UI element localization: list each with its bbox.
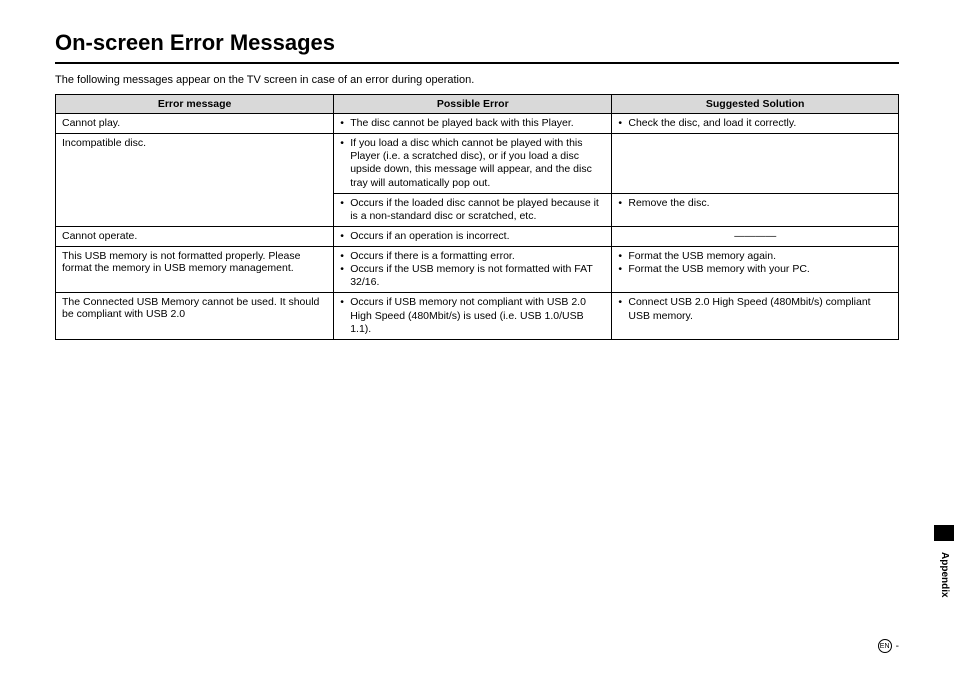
- section-tab: [934, 525, 954, 541]
- cell-possible-error: The disc cannot be played back with this…: [334, 114, 612, 134]
- cell-suggested-solution: Format the USB memory again. Format the …: [612, 247, 899, 293]
- header-possible-error: Possible Error: [334, 95, 612, 114]
- cell-error-message: This USB memory is not formatted properl…: [56, 247, 334, 293]
- cell-possible-error: Occurs if there is a formatting error. O…: [334, 247, 612, 293]
- cell-suggested-solution: Connect USB 2.0 High Speed (480Mbit/s) c…: [612, 293, 899, 339]
- table-row: Cannot operate. Occurs if an operation i…: [56, 226, 899, 246]
- header-error-message: Error message: [56, 95, 334, 114]
- table-header-row: Error message Possible Error Suggested S…: [56, 95, 899, 114]
- table-row: The Connected USB Memory cannot be used.…: [56, 293, 899, 339]
- language-badge: EN: [878, 639, 892, 653]
- cell-possible-error: Occurs if the loaded disc cannot be play…: [334, 193, 612, 226]
- header-suggested-solution: Suggested Solution: [612, 95, 899, 114]
- table-row: This USB memory is not formatted properl…: [56, 247, 899, 293]
- page-number-dash: -: [896, 641, 899, 652]
- cell-suggested-solution: [612, 134, 899, 194]
- intro-text: The following messages appear on the TV …: [55, 74, 899, 86]
- cell-error-message: Cannot play.: [56, 114, 334, 134]
- title-rule: [55, 62, 899, 64]
- cell-possible-error: Occurs if USB memory not compliant with …: [334, 293, 612, 339]
- table-row: Cannot play. The disc cannot be played b…: [56, 114, 899, 134]
- cell-suggested-solution: Remove the disc.: [612, 193, 899, 226]
- cell-error-message: Cannot operate.: [56, 226, 334, 246]
- cell-error-message: The Connected USB Memory cannot be used.…: [56, 293, 334, 339]
- cell-possible-error: If you load a disc which cannot be playe…: [334, 134, 612, 194]
- appendix-label: Appendix: [939, 552, 950, 598]
- cell-suggested-solution: Check the disc, and load it correctly.: [612, 114, 899, 134]
- cell-error-message: Incompatible disc.: [56, 134, 334, 227]
- table-row: Incompatible disc. If you load a disc wh…: [56, 134, 899, 194]
- page-title: On-screen Error Messages: [55, 30, 899, 56]
- error-messages-table: Error message Possible Error Suggested S…: [55, 94, 899, 340]
- page-content: On-screen Error Messages The following m…: [0, 0, 954, 340]
- cell-possible-error: Occurs if an operation is incorrect.: [334, 226, 612, 246]
- page-footer: EN -: [878, 639, 899, 653]
- cell-suggested-solution: ————: [612, 226, 899, 246]
